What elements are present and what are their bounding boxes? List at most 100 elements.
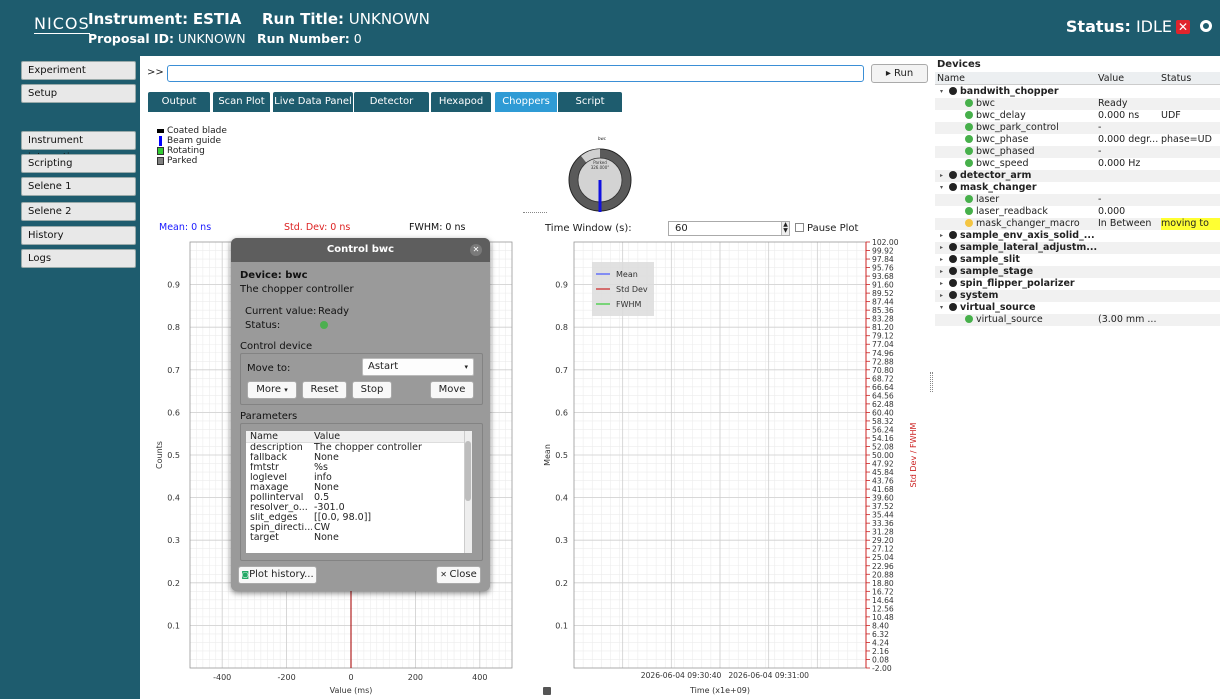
pause-plot-checkbox[interactable]: Pause Plot (795, 223, 858, 234)
device-row[interactable]: bwc_park_control - (935, 122, 1220, 134)
run-button[interactable]: ▸ Run (871, 64, 928, 83)
device-group-row[interactable]: ▸ spin_flipper_polarizer (935, 278, 1220, 290)
sidebar-item-selene-2[interactable]: Selene 2 (21, 202, 136, 221)
status-ok-icon (320, 321, 328, 329)
x-tick-label: 200 (408, 673, 423, 682)
device-row[interactable]: bwc Ready (935, 98, 1220, 110)
sidebar-item-history[interactable]: History (21, 226, 136, 245)
param-row[interactable]: description The chopper controller (246, 443, 472, 453)
sidebar-item-instrument-interaction[interactable]: Instrument interaction (21, 131, 136, 163)
device-group-name: virtual_source (949, 302, 1099, 314)
chevron-down-icon[interactable]: ▾ (940, 302, 943, 314)
device-row[interactable]: mask_changer_macro In Between moving to (935, 218, 1220, 230)
chevron-right-icon[interactable]: ▸ (940, 242, 943, 254)
gear-icon[interactable] (1200, 20, 1212, 32)
current-value: Ready (318, 306, 350, 317)
chevron-right-icon[interactable]: ▸ (940, 230, 943, 242)
spinner-arrows-icon[interactable]: ▲ ▼ (781, 222, 789, 235)
chart-icon: ◙ (241, 570, 250, 579)
panel-splitter[interactable] (930, 372, 933, 392)
param-row[interactable]: loglevel info (246, 473, 472, 483)
sidebar-item-logs[interactable]: Logs (21, 249, 136, 268)
device-group-row[interactable]: ▾ bandwith_chopper (935, 86, 1220, 98)
move-button[interactable]: Move (430, 381, 474, 399)
column-name[interactable]: Name (250, 431, 312, 443)
sidebar-item-selene-1[interactable]: Selene 1 (21, 177, 136, 196)
plot-splitter[interactable] (523, 212, 547, 214)
param-row[interactable]: spin_directi... CW (246, 523, 472, 533)
device-group-row[interactable]: ▾ virtual_source (935, 302, 1220, 314)
beam-guide-swatch (159, 136, 162, 146)
close-button[interactable]: ✕ Close (436, 566, 481, 584)
device-group-row[interactable]: ▸ detector_arm (935, 170, 1220, 182)
device-group-name: sample_env_axis_solid_... (949, 230, 1099, 242)
device-group-icon (949, 243, 957, 251)
chevron-right-icon[interactable]: ▸ (940, 278, 943, 290)
device-description: The chopper controller (240, 284, 354, 295)
tab-detector-image[interactable]: Detector Image (354, 92, 429, 127)
device-row[interactable]: bwc_phase 0.000 degr... phase=UD (935, 134, 1220, 146)
command-input[interactable] (167, 65, 864, 82)
chevron-down-icon[interactable]: ▾ (940, 86, 943, 98)
more-button[interactable]: More ▾ (247, 381, 297, 399)
param-row[interactable]: target None (246, 533, 472, 543)
device-row[interactable]: laser - (935, 194, 1220, 206)
param-row[interactable]: pollinterval 0.5 (246, 493, 472, 503)
sidebar-item-scripting[interactable]: Scripting (21, 154, 136, 173)
column-name[interactable]: Name (937, 72, 965, 85)
y-tick-label: 0.7 (555, 366, 568, 375)
tab-live-data-panel[interactable]: Live Data Panel (273, 92, 353, 112)
device-row[interactable]: bwc_delay 0.000 ns UDF (935, 110, 1220, 122)
device-value: (3.00 mm ... (1098, 314, 1157, 325)
scrollbar-thumb[interactable] (465, 441, 471, 501)
device-group-row[interactable]: ▸ system (935, 290, 1220, 302)
device-row[interactable]: bwc_speed 0.000 Hz (935, 158, 1220, 170)
tab-choppers[interactable]: Choppers (495, 92, 557, 112)
close-icon[interactable]: ✕ (470, 244, 482, 256)
mean-stat: Mean: 0 ns (159, 222, 212, 233)
tab-script-status[interactable]: Script Status (558, 92, 622, 127)
device-name: bwc_phase (965, 134, 1098, 146)
fwhm-stat: FWHM: 0 ns (409, 222, 466, 233)
time-window-input[interactable]: 60 ▲ ▼ (668, 221, 790, 236)
tab-output[interactable]: Output (148, 92, 210, 112)
chevron-right-icon[interactable]: ▸ (940, 254, 943, 266)
column-status[interactable]: Status (1161, 72, 1191, 85)
plot-history-button[interactable]: ◙Plot history... (238, 566, 317, 584)
device-group-row[interactable]: ▸ sample_stage (935, 266, 1220, 278)
parameters-table[interactable]: Name Value description The chopper contro… (245, 430, 473, 554)
sidebar-item-experiment[interactable]: Experiment (21, 61, 136, 80)
param-row[interactable]: maxage None (246, 483, 472, 493)
y-tick-label: 0.4 (167, 494, 180, 503)
column-value[interactable]: Value (1098, 72, 1124, 85)
chevron-right-icon[interactable]: ▸ (940, 170, 943, 182)
device-row[interactable]: laser_readback 0.000 (935, 206, 1220, 218)
device-value: Ready (1098, 98, 1128, 109)
tab-scan-plot[interactable]: Scan Plot (213, 92, 270, 112)
chevron-right-icon[interactable]: ▸ (940, 266, 943, 278)
time-series-plot[interactable]: 0.1 0.2 0.3 0.4 0.5 0.6 0.7 0.8 0.9 102.00 99.92 97… (538, 236, 930, 699)
param-row[interactable]: slit_edges [[0.0, 98.0]] (246, 513, 472, 523)
stop-button[interactable]: Stop (352, 381, 392, 399)
device-row[interactable]: virtual_source (3.00 mm ... (935, 314, 1220, 326)
param-row[interactable]: fallback None (246, 453, 472, 463)
close-icon[interactable]: ✕ (1176, 20, 1190, 34)
checkbox-icon[interactable] (795, 223, 804, 232)
parameters-scrollbar[interactable] (464, 431, 472, 553)
y-tick-label: 0.1 (555, 621, 568, 630)
device-group-row[interactable]: ▸ sample_slit (935, 254, 1220, 266)
device-group-row[interactable]: ▸ sample_lateral_adjustm... (935, 242, 1220, 254)
device-row[interactable]: bwc_phased - (935, 146, 1220, 158)
sidebar-item-setup[interactable]: Setup (21, 84, 136, 103)
device-group-row[interactable]: ▸ sample_env_axis_solid_... (935, 230, 1220, 242)
tab-hexapod[interactable]: Hexapod (431, 92, 491, 112)
chevron-down-icon[interactable]: ▾ (940, 182, 943, 194)
y-tick-label: 0.9 (167, 281, 180, 290)
reset-button[interactable]: Reset (302, 381, 347, 399)
dialog-title[interactable]: Control bwc (231, 238, 490, 262)
chevron-right-icon[interactable]: ▸ (940, 290, 943, 302)
y-axis-label: Counts (155, 441, 164, 469)
device-group-row[interactable]: ▾ mask_changer (935, 182, 1220, 194)
move-to-select[interactable]: Astart ▾ (362, 358, 474, 376)
param-row[interactable]: fmtstr %s (246, 463, 472, 473)
